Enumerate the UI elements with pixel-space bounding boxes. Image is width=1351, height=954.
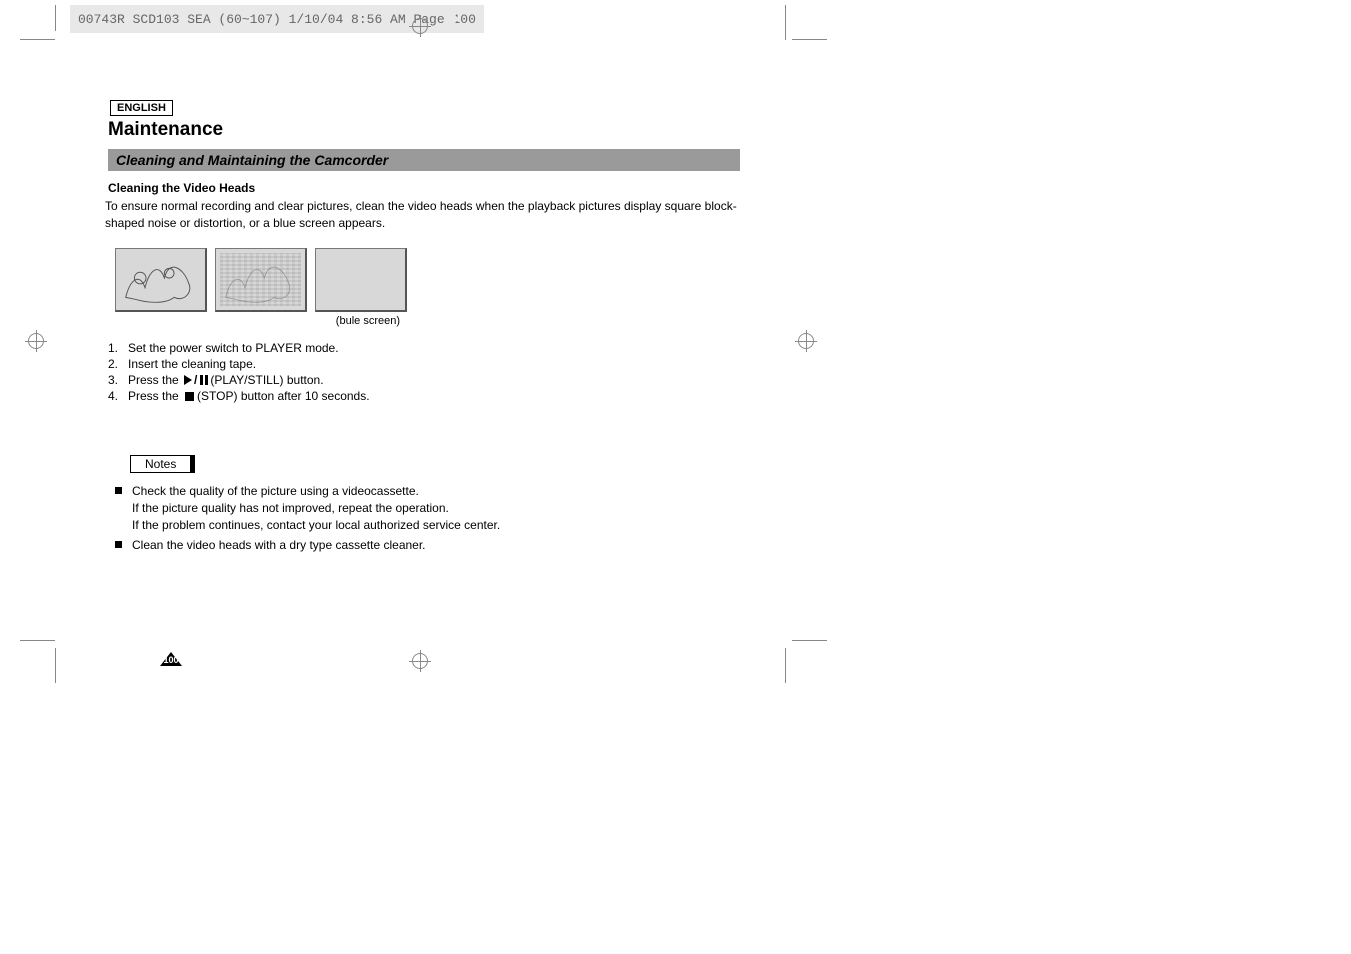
example-image-blue-screen xyxy=(315,248,407,312)
crop-mark xyxy=(20,640,55,641)
crop-mark xyxy=(785,5,786,40)
note-line: If the problem continues, contact your l… xyxy=(132,517,770,534)
sub-heading: Cleaning the Video Heads xyxy=(108,181,770,195)
step-text: Insert the cleaning tape. xyxy=(128,357,256,371)
crop-mark xyxy=(55,648,56,683)
step-text: Press the /(PLAY/STILL) button. xyxy=(128,373,324,388)
example-image-noise xyxy=(215,248,307,312)
intro-paragraph: To ensure normal recording and clear pic… xyxy=(105,198,740,232)
step-text: Press the (STOP) button after 10 seconds… xyxy=(128,389,370,403)
scribble-illustration xyxy=(116,249,205,311)
scribble-illustration xyxy=(216,249,305,311)
crop-mark xyxy=(792,39,827,40)
crop-mark xyxy=(55,5,56,31)
crop-mark xyxy=(785,648,786,683)
step-item: 4.Press the (STOP) button after 10 secon… xyxy=(108,389,770,403)
note-line: Check the quality of the picture using a… xyxy=(132,483,770,500)
step-number: 3. xyxy=(108,373,128,388)
step-item: 3.Press the /(PLAY/STILL) button. xyxy=(108,373,770,388)
crop-mark xyxy=(792,640,827,641)
note-line: Clean the video heads with a dry type ca… xyxy=(132,537,770,554)
registration-mark xyxy=(409,650,431,672)
notes-heading: Notes xyxy=(130,455,195,473)
note-item: Clean the video heads with a dry type ca… xyxy=(112,537,770,554)
page-content: ENGLISH Maintenance Cleaning and Maintai… xyxy=(70,40,770,557)
section-subtitle: Cleaning and Maintaining the Camcorder xyxy=(108,149,740,171)
print-header-tag-arrow xyxy=(445,5,459,33)
page-number: 100 xyxy=(161,655,181,665)
image-caption: (bule screen) xyxy=(70,315,400,327)
step-number: 4. xyxy=(108,389,128,403)
page-number-badge: 100 xyxy=(160,652,182,666)
crop-mark xyxy=(20,39,55,40)
step-item: 2.Insert the cleaning tape. xyxy=(108,357,770,371)
language-badge: ENGLISH xyxy=(110,100,173,116)
steps-list: 1.Set the power switch to PLAYER mode.2.… xyxy=(108,341,770,404)
registration-mark xyxy=(409,15,431,37)
note-line: If the picture quality has not improved,… xyxy=(132,500,770,517)
page-title: Maintenance xyxy=(108,119,770,141)
stop-icon xyxy=(185,392,194,401)
example-image-row xyxy=(115,248,770,312)
step-number: 1. xyxy=(108,341,128,355)
notes-list: Check the quality of the picture using a… xyxy=(112,483,770,553)
play-still-icon: / xyxy=(184,373,208,387)
step-number: 2. xyxy=(108,357,128,371)
example-image-clear xyxy=(115,248,207,312)
registration-mark xyxy=(25,330,47,352)
registration-mark xyxy=(795,330,817,352)
note-item: Check the quality of the picture using a… xyxy=(112,483,770,533)
step-item: 1.Set the power switch to PLAYER mode. xyxy=(108,341,770,355)
step-text: Set the power switch to PLAYER mode. xyxy=(128,341,339,355)
